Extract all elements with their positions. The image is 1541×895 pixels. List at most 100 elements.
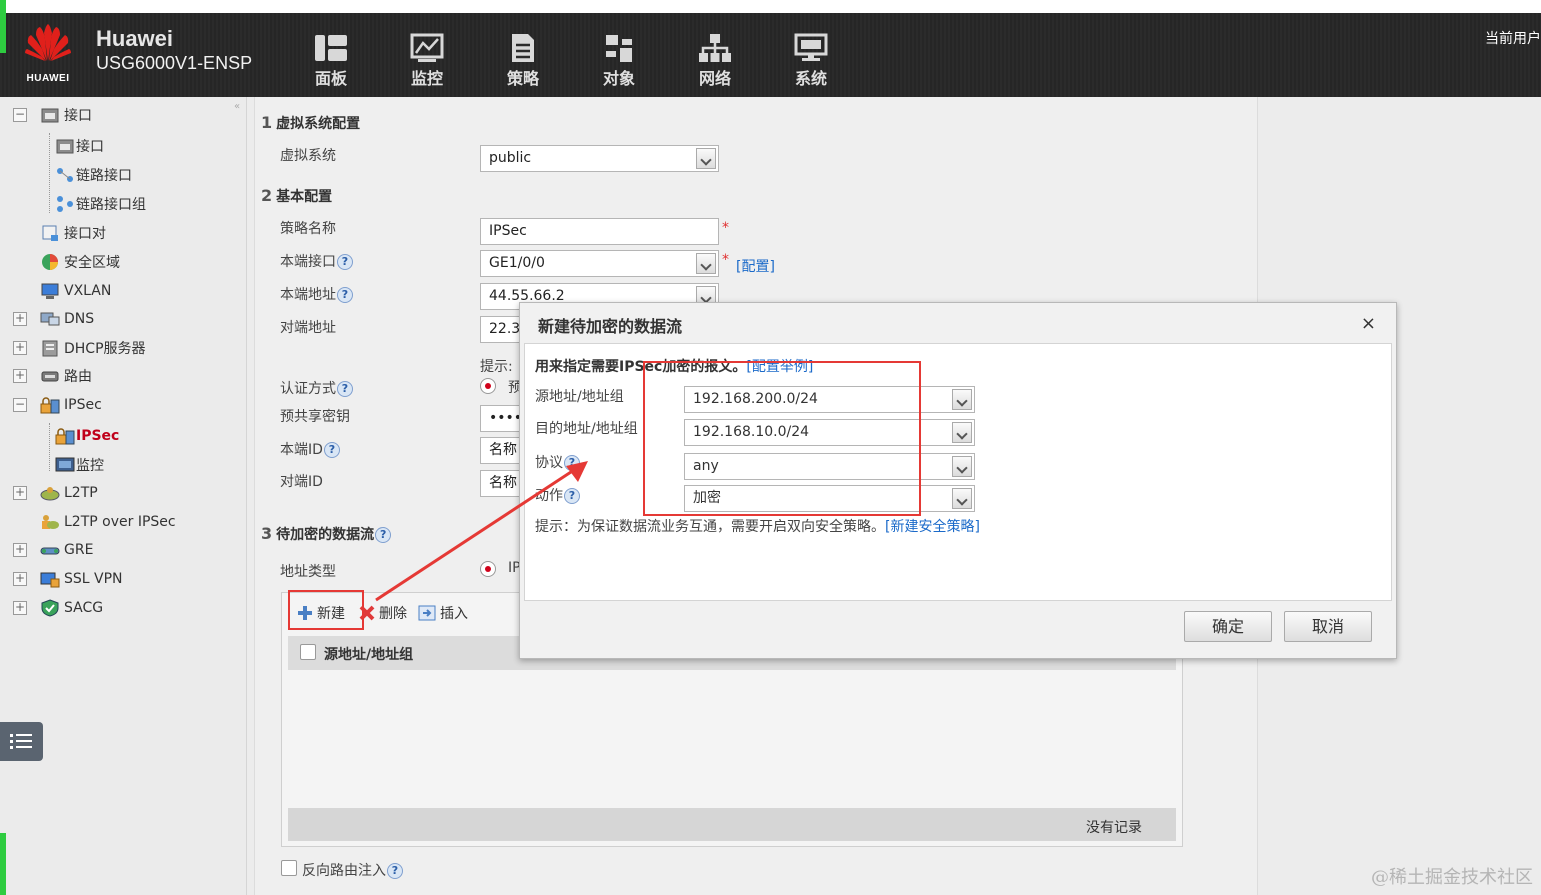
required-mark: * [722,220,729,236]
sidebar-item-label: 接口 [76,139,104,155]
local-address-label: 本端地址? [280,284,353,304]
sidebar-item-label: DHCP服务器 [64,341,146,357]
chevron-down-icon[interactable] [952,389,972,410]
help-icon[interactable]: ? [337,381,353,397]
select-all-checkbox[interactable] [300,644,316,660]
section-basic-config: 2 基本配置 [261,186,333,205]
nav-system[interactable]: 系统 [776,33,846,89]
policy-name-label: 策略名称 [280,221,336,237]
top-strip [0,0,1541,13]
sidebar-item-sacg[interactable]: + SACG [13,597,103,619]
collapse-icon[interactable]: − [13,108,27,122]
cancel-button[interactable]: 取消 [1284,611,1372,642]
reverse-route-checkbox[interactable] [281,860,297,876]
local-interface-select[interactable]: GE1/0/0 [480,250,719,277]
sidebar-item-label: IPSec [64,397,102,413]
policy-name-input[interactable]: IPSec [480,218,719,245]
sidebar-item-interface-pair[interactable]: 接口对 [40,222,106,244]
expand-icon[interactable]: + [13,341,27,355]
gre-icon [40,541,60,559]
close-icon[interactable]: × [1361,313,1376,334]
green-indicator [0,833,6,895]
current-user[interactable]: 当前用户 [1485,28,1541,48]
nav-label: 网络 [698,69,731,88]
sidebar-item-link-interface-group[interactable]: 链路接口组 [55,193,146,215]
help-icon[interactable]: ? [564,455,580,471]
expand-icon[interactable]: + [13,572,27,586]
dialog-hint: 提示：为保证数据流业务互通，需要开启双向安全策略。[新建安全策略] [535,519,980,535]
ok-button[interactable]: 确定 [1184,611,1272,642]
ssl-vpn-icon [40,570,60,588]
help-icon[interactable]: ? [337,254,353,270]
help-icon[interactable]: ? [323,442,340,458]
column-source-address[interactable]: 源地址/地址组 [324,644,413,664]
monitor-icon [55,456,75,474]
help-icon[interactable]: ? [337,287,353,303]
network-icon [699,34,731,62]
local-interface-label: 本端接口? [280,251,353,271]
sidebar-item-ipsec[interactable]: IPSec [55,425,119,447]
vsys-select[interactable]: public [480,145,719,172]
highlight-box-new-button [288,590,364,630]
vxlan-icon [40,282,60,300]
chevron-down-icon[interactable] [952,422,972,443]
sidebar-item-vxlan[interactable]: VXLAN [40,280,111,302]
sidebar-item-dhcp-server[interactable]: + DHCP服务器 [13,337,146,359]
help-icon[interactable]: ? [375,527,392,543]
collapse-sidebar-icon[interactable]: « [234,101,240,112]
address-type-label: 地址类型 [280,564,336,580]
nav-policy[interactable]: 策略 [488,33,558,89]
collapse-icon[interactable]: − [13,398,27,412]
nav-object[interactable]: 对象 [584,33,654,89]
sidebar-item-interface[interactable]: 接口 [55,135,104,157]
highlight-box-dialog-fields [643,361,921,516]
help-icon[interactable]: ? [387,863,403,879]
expand-icon[interactable]: + [13,312,27,326]
nav-dashboard[interactable]: 面板 [296,33,366,89]
address-type-ip-radio[interactable] [480,561,496,577]
l2tp-ipsec-icon [40,513,60,531]
sidebar-item-l2tp-over-ipsec[interactable]: L2TP over IPSec [40,511,176,533]
green-indicator [0,13,6,53]
expand-icon[interactable]: + [13,369,27,383]
sidebar-item-l2tp[interactable]: + L2TP [13,482,98,504]
menu-toggle-button[interactable] [0,722,43,761]
sidebar-item-label: 链路接口 [76,168,132,184]
expand-icon[interactable]: + [13,601,27,615]
insert-button[interactable]: 插入 [418,603,468,623]
nav-label: 对象 [602,69,635,88]
nav-network[interactable]: 网络 [680,33,750,89]
auth-psk-radio[interactable] [480,378,496,394]
sidebar-item-link-interface[interactable]: 链路接口 [55,164,132,186]
sidebar-item-label: 安全区域 [64,255,120,271]
vsys-label: 虚拟系统 [280,148,336,164]
sidebar-item-label: 路由 [64,369,92,385]
chevron-down-icon[interactable] [952,488,972,509]
huawei-logo-icon [25,24,71,61]
sidebar-item-ssl-vpn[interactable]: + SSL VPN [13,568,123,590]
sidebar-item-security-zone[interactable]: 安全区域 [40,251,120,273]
expand-icon[interactable]: + [13,543,27,557]
expand-icon[interactable]: + [13,486,27,500]
interface-icon [40,106,60,124]
help-icon[interactable]: ? [564,488,580,504]
grid-footer: 没有记录 [288,808,1176,841]
insert-icon [418,605,436,621]
delete-button[interactable]: 删除 [358,603,407,623]
sidebar-item-route[interactable]: + 路由 [13,365,92,387]
sidebar-item-dns[interactable]: + DNS [13,308,94,330]
chevron-down-icon[interactable] [952,456,972,477]
chevron-down-icon[interactable] [696,253,716,274]
nav-monitor[interactable]: 监控 [392,33,462,89]
config-link[interactable]: [配置] [736,256,775,276]
sidebar-item-ipsec-monitor[interactable]: 监控 [55,454,104,476]
chevron-down-icon[interactable] [696,148,716,169]
sidebar-item-gre[interactable]: + GRE [13,539,93,561]
new-security-policy-link[interactable]: [新建安全策略] [885,519,980,535]
sidebar-item-label: DNS [64,311,95,327]
sidebar-item-interface-group[interactable]: − 接口 [13,104,92,126]
interface-pair-icon [40,224,60,242]
sidebar-item-ipsec-group[interactable]: − IPSec [13,394,102,416]
sidebar-item-label: IPSec [76,428,120,444]
l2tp-icon [40,484,60,502]
